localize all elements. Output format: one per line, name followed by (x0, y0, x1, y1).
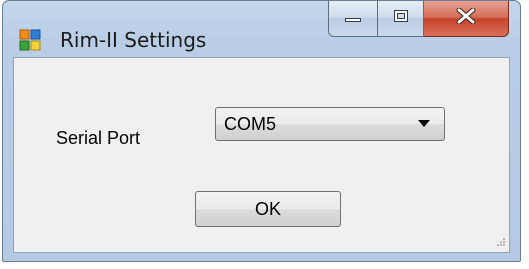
minimize-button[interactable] (328, 1, 378, 37)
close-icon (456, 7, 476, 29)
dropdown-arrow-icon (418, 120, 430, 127)
app-icon[interactable] (19, 29, 41, 51)
serial-port-label: Serial Port (56, 128, 141, 148)
resize-grip-icon[interactable] (492, 235, 506, 249)
serial-port-dropdown[interactable]: COM5 (215, 107, 445, 141)
settings-window: Rim-II Settings Serial Port COM5 OK (2, 0, 521, 262)
maximize-icon (393, 9, 409, 28)
close-button[interactable] (424, 1, 509, 37)
window-title: Rim-II Settings (60, 28, 207, 52)
maximize-button[interactable] (378, 1, 424, 37)
minimize-icon (344, 10, 362, 28)
ok-button[interactable]: OK (195, 191, 341, 227)
title-bar[interactable]: Rim-II Settings (3, 1, 520, 57)
client-area: Serial Port COM5 OK (13, 57, 510, 253)
caption-buttons (328, 1, 509, 39)
serial-port-value: COM5 (224, 114, 277, 134)
